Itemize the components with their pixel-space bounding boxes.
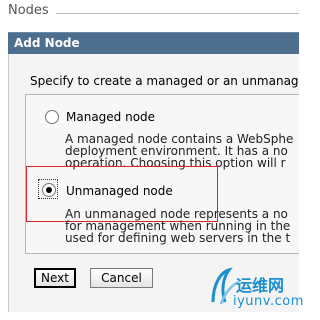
managed-node-label[interactable]: Managed node [66,110,155,124]
unmanaged-node-label[interactable]: Unmanaged node [66,184,173,198]
cancel-button[interactable]: Cancel [90,268,153,288]
watermark-url-text: iyunv.com [233,294,304,309]
dialog-title-bar: Add Node [8,32,299,55]
next-button[interactable]: Next [34,268,76,288]
breadcrumb-nodes[interactable]: Nodes [8,3,49,18]
dialog-intro-text: Specify to create a managed or an unmana… [30,74,299,88]
watermark-chinese-text: 运维网 [236,276,285,295]
unmanaged-node-radio[interactable] [42,183,56,197]
unmanaged-node-desc-line: used for defining web servers in the t [65,231,291,245]
dialog-title: Add Node [14,36,80,50]
managed-node-radio[interactable] [45,110,59,124]
breadcrumb-divider [56,13,299,14]
